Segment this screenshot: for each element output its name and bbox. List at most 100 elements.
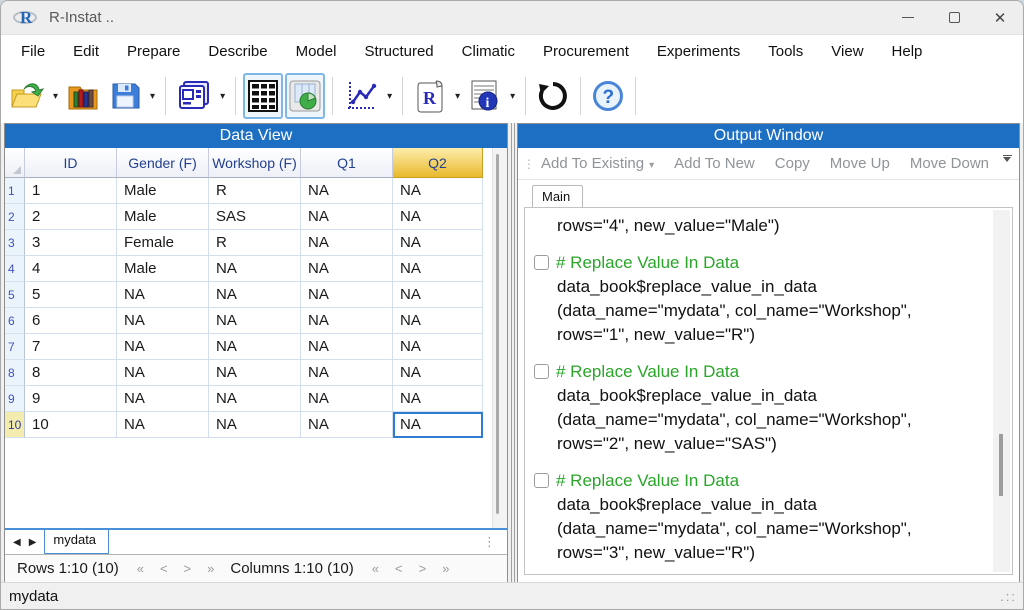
grid-cell[interactable]: 9: [25, 386, 117, 412]
menu-model[interactable]: Model: [282, 35, 351, 69]
output-content[interactable]: rows="4", new_value="Male")# Replace Val…: [533, 212, 988, 570]
dropdown-caret-icon[interactable]: ▾: [216, 91, 229, 102]
sheet-tab-next-icon[interactable]: ▶: [29, 537, 37, 548]
column-header-id[interactable]: ID: [25, 148, 117, 178]
dropdown-caret-icon[interactable]: ▾: [383, 91, 396, 102]
grid-cell[interactable]: NA: [209, 412, 301, 438]
tab-strip-grip-icon[interactable]: ⋮: [483, 530, 507, 554]
output-checkbox[interactable]: [534, 473, 549, 488]
tab-main[interactable]: Main: [532, 185, 583, 207]
grid-cell[interactable]: R: [209, 230, 301, 256]
row-header[interactable]: 5: [5, 282, 25, 308]
row-header[interactable]: 9: [5, 386, 25, 412]
data-grid-vertical-scrollbar[interactable]: [492, 148, 507, 528]
select-all-corner-cell[interactable]: [5, 148, 25, 178]
grid-cell[interactable]: NA: [209, 282, 301, 308]
grid-cell[interactable]: R: [209, 178, 301, 204]
menu-tools[interactable]: Tools: [754, 35, 817, 69]
grid-cell[interactable]: Male: [117, 204, 209, 230]
sheet-tab-mydata[interactable]: mydata: [44, 530, 109, 554]
resize-grip-icon[interactable]: .::: [1000, 589, 1017, 604]
menu-climatic[interactable]: Climatic: [448, 35, 529, 69]
grid-cell[interactable]: 10: [25, 412, 117, 438]
grid-cell[interactable]: 3: [25, 230, 117, 256]
grid-cell[interactable]: NA: [301, 256, 393, 282]
grid-cell[interactable]: NA: [393, 178, 483, 204]
columns-next-icon[interactable]: >: [419, 561, 427, 576]
grid-cell[interactable]: NA: [301, 360, 393, 386]
rows-next-icon[interactable]: >: [184, 561, 192, 576]
maximize-button[interactable]: [931, 1, 977, 34]
menu-experiments[interactable]: Experiments: [643, 35, 754, 69]
grid-cell[interactable]: NA: [117, 334, 209, 360]
save-button[interactable]: [105, 73, 145, 119]
grid-cell[interactable]: NA: [301, 308, 393, 334]
grid-cell[interactable]: NA: [393, 204, 483, 230]
panel-splitter[interactable]: [508, 123, 517, 583]
minimize-button[interactable]: [885, 1, 931, 34]
rows-previous-icon[interactable]: <: [160, 561, 168, 576]
menu-procurement[interactable]: Procurement: [529, 35, 643, 69]
grid-cell[interactable]: NA: [117, 282, 209, 308]
menu-structured[interactable]: Structured: [350, 35, 447, 69]
grid-cell[interactable]: NA: [393, 256, 483, 282]
columns-previous-icon[interactable]: <: [395, 561, 403, 576]
metadata-button[interactable]: i: [465, 73, 505, 119]
row-header[interactable]: 8: [5, 360, 25, 386]
grid-cell[interactable]: NA: [117, 308, 209, 334]
grid-cell[interactable]: 5: [25, 282, 117, 308]
rows-last-icon[interactable]: »: [207, 561, 214, 576]
close-button[interactable]: ✕: [977, 1, 1023, 34]
output-toolbar-grip-icon[interactable]: ⋮: [518, 159, 541, 169]
undo-button[interactable]: [533, 73, 573, 119]
grid-cell[interactable]: NA: [301, 334, 393, 360]
grid-cell[interactable]: NA: [209, 308, 301, 334]
selected-cell[interactable]: NA: [393, 412, 483, 438]
column-header-workshop-f[interactable]: Workshop (F): [209, 148, 301, 178]
grid-cell[interactable]: Female: [117, 230, 209, 256]
grid-cell[interactable]: NA: [393, 282, 483, 308]
row-header[interactable]: 10: [5, 412, 25, 438]
output-checkbox[interactable]: [534, 255, 549, 270]
grid-cell[interactable]: NA: [209, 334, 301, 360]
output-vertical-scrollbar[interactable]: [993, 210, 1010, 572]
grid-cell[interactable]: NA: [393, 360, 483, 386]
open-file-button[interactable]: [6, 73, 48, 119]
menu-prepare[interactable]: Prepare: [113, 35, 194, 69]
grid-cell[interactable]: NA: [393, 230, 483, 256]
library-button[interactable]: [63, 73, 103, 119]
dropdown-caret-icon[interactable]: ▾: [146, 91, 159, 102]
grid-cell[interactable]: NA: [117, 360, 209, 386]
data-grid[interactable]: IDGender (F)Workshop (F)Q1Q211MaleRNANA2…: [5, 148, 492, 528]
columns-first-icon[interactable]: «: [372, 561, 379, 576]
grid-cell[interactable]: 8: [25, 360, 117, 386]
move-up-button[interactable]: Move Up: [830, 155, 890, 172]
grid-cell[interactable]: 1: [25, 178, 117, 204]
grid-cell[interactable]: 2: [25, 204, 117, 230]
grid-cell[interactable]: NA: [393, 386, 483, 412]
grid-cell[interactable]: NA: [393, 308, 483, 334]
graphics-window-button[interactable]: [285, 73, 325, 119]
grid-cell[interactable]: NA: [209, 386, 301, 412]
grid-cell[interactable]: NA: [117, 412, 209, 438]
row-header[interactable]: 6: [5, 308, 25, 334]
grid-cell[interactable]: NA: [301, 386, 393, 412]
dropdown-caret-icon[interactable]: ▾: [451, 91, 464, 102]
move-down-button[interactable]: Move Down: [910, 155, 989, 172]
toolbar-overflow-icon[interactable]: [999, 155, 1015, 162]
grid-cell[interactable]: NA: [209, 360, 301, 386]
copy-button[interactable]: Copy: [775, 155, 810, 172]
sheet-tab-prev-icon[interactable]: ◀: [13, 537, 21, 548]
column-header-q1[interactable]: Q1: [301, 148, 393, 178]
grid-cell[interactable]: NA: [301, 204, 393, 230]
menu-edit[interactable]: Edit: [59, 35, 113, 69]
grid-cell[interactable]: NA: [301, 282, 393, 308]
dropdown-caret-icon[interactable]: ▾: [49, 91, 62, 102]
row-header[interactable]: 3: [5, 230, 25, 256]
output-checkbox[interactable]: [534, 364, 549, 379]
menu-describe[interactable]: Describe: [194, 35, 281, 69]
grid-cell[interactable]: Male: [117, 178, 209, 204]
row-header[interactable]: 4: [5, 256, 25, 282]
grid-cell[interactable]: NA: [117, 386, 209, 412]
help-button[interactable]: ?: [588, 73, 628, 119]
